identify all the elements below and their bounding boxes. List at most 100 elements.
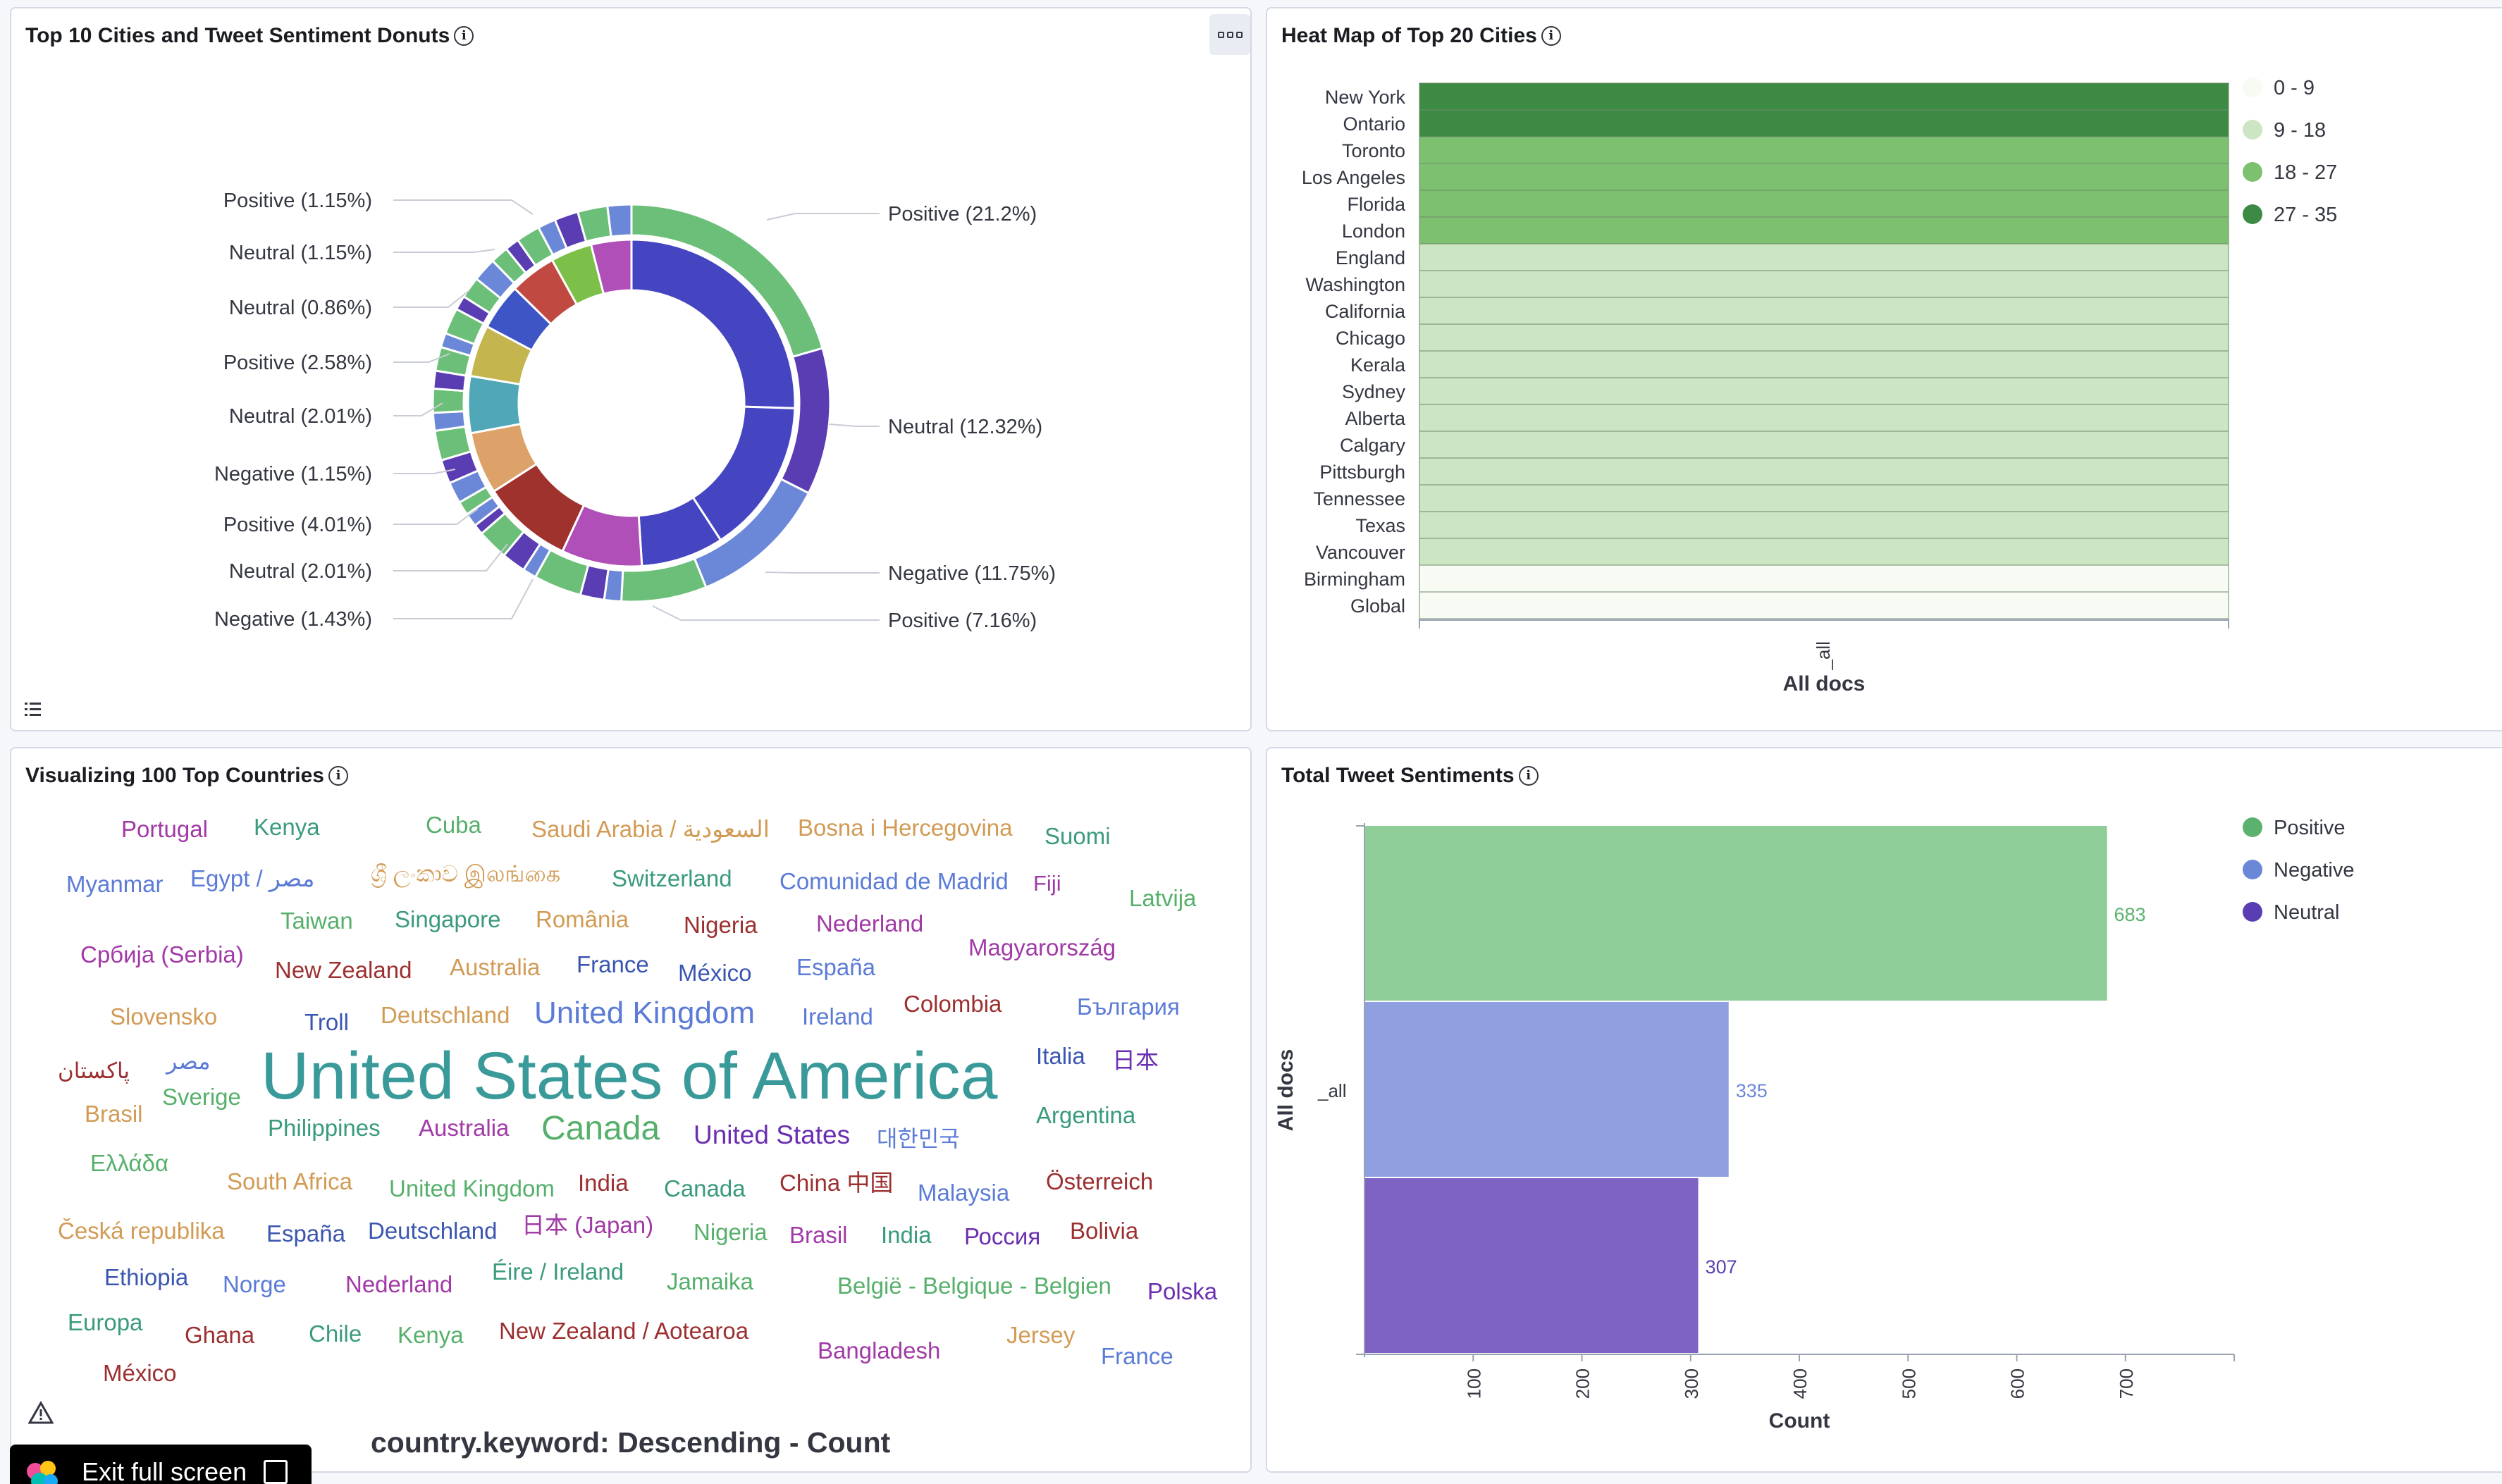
word-cloud-term[interactable]: Europa	[68, 1311, 142, 1334]
word-cloud-term[interactable]: Argentina	[1036, 1103, 1135, 1127]
word-cloud-term[interactable]: Ελλάδα	[90, 1151, 168, 1175]
word-cloud-term[interactable]: Comunidad de Madrid	[779, 870, 1009, 893]
warning-icon[interactable]	[27, 1400, 54, 1425]
word-cloud-term[interactable]: Jersey	[1006, 1323, 1075, 1347]
word-cloud-term[interactable]: India	[578, 1171, 629, 1194]
donut-label-left: Neutral (2.01%)	[229, 405, 372, 428]
exit-full-screen-button[interactable]: Exit full screen	[10, 1445, 312, 1484]
word-cloud-term[interactable]: ශ්‍රී ලංකාව இலங்கை	[371, 862, 560, 885]
word-cloud-term[interactable]: Sverige	[162, 1085, 241, 1108]
word-cloud-term[interactable]: Egypt / مصر	[190, 867, 314, 890]
word-cloud-term[interactable]: United States	[694, 1122, 850, 1148]
word-cloud-term[interactable]: Norge	[223, 1273, 286, 1296]
word-cloud-term[interactable]: México	[103, 1361, 177, 1385]
word-cloud-term[interactable]: Myanmar	[66, 872, 164, 896]
word-cloud-term[interactable]: France	[1101, 1344, 1173, 1368]
word-cloud-term[interactable]: Brasil	[789, 1223, 848, 1247]
word-cloud-term[interactable]: Malaysia	[918, 1181, 1009, 1204]
word-cloud-term[interactable]: Polska	[1147, 1280, 1217, 1303]
heatmap-cell	[1419, 323, 2229, 352]
word-cloud-term[interactable]: Jamaika	[667, 1270, 753, 1293]
word-cloud-term[interactable]: Slovensko	[110, 1005, 217, 1028]
word-cloud-term[interactable]: پاکستان	[58, 1060, 130, 1082]
word-cloud-term[interactable]: México	[678, 961, 752, 984]
x-tick-label: 200	[1572, 1368, 1594, 1399]
word-cloud-term[interactable]: Saudi Arabia / السعودية	[531, 817, 770, 841]
word-cloud-term[interactable]: New Zealand / Aotearoa	[499, 1319, 748, 1342]
word-cloud-term[interactable]: Ireland	[802, 1005, 873, 1028]
word-cloud-term[interactable]: Portugal	[121, 817, 208, 841]
word-cloud-term[interactable]: China 中国	[779, 1171, 893, 1194]
word-cloud-term[interactable]: United Kingdom	[534, 998, 755, 1029]
word-cloud-term[interactable]: United Kingdom	[389, 1177, 555, 1200]
word-cloud-term[interactable]: Bolivia	[1070, 1219, 1138, 1242]
heatmap-row-label: Florida	[1347, 194, 1406, 215]
word-cloud-term[interactable]: Colombia	[904, 992, 1002, 1015]
bar-value-label: 335	[1736, 1080, 1768, 1101]
word-cloud-term[interactable]: Canada	[664, 1177, 746, 1200]
word-cloud-term[interactable]: Bangladesh	[818, 1339, 940, 1362]
word-cloud-term[interactable]: Canada	[541, 1112, 660, 1146]
word-cloud-term[interactable]: Česká republika	[58, 1219, 225, 1242]
word-cloud-term[interactable]: 日本	[1112, 1049, 1159, 1072]
word-cloud-term[interactable]: España	[266, 1222, 345, 1245]
donut-chart[interactable]: Positive (1.15%) Neutral (1.15%) Neutral (…	[11, 8, 1252, 731]
word-cloud-term[interactable]: Nigeria	[694, 1220, 768, 1244]
word-cloud-term[interactable]: Brasil	[85, 1102, 143, 1125]
donut-inner-slice	[467, 374, 522, 435]
word-cloud-term[interactable]: 日本 (Japan)	[522, 1213, 653, 1237]
word-cloud-term[interactable]: Troll	[304, 1010, 349, 1034]
word-cloud-term[interactable]: Fiji	[1033, 872, 1061, 894]
wordcloud-panel: Visualizing 100 Top Countries i Portugal…	[10, 747, 1252, 1473]
word-cloud-term[interactable]: Nederland	[345, 1273, 452, 1296]
word-cloud-term[interactable]: مصر	[166, 1050, 211, 1072]
word-cloud-term[interactable]: United States of America	[261, 1043, 998, 1110]
word-cloud-term[interactable]: Ghana	[185, 1323, 254, 1347]
word-cloud-term[interactable]: Österreich	[1046, 1170, 1153, 1193]
word-cloud-term[interactable]: Nederland	[816, 912, 923, 935]
word-cloud-term[interactable]: Bosna i Hercegovina	[798, 816, 1013, 839]
word-cloud-term[interactable]: Deutschland	[368, 1219, 497, 1242]
heatmap-panel: Heat Map of Top 20 Cities i New York Onta…	[1266, 7, 2502, 731]
word-cloud-term[interactable]: Ethiopia	[104, 1266, 188, 1289]
donut-label-left: Positive (1.15%)	[223, 190, 372, 212]
word-cloud-term[interactable]: Italia	[1036, 1044, 1085, 1068]
word-cloud-term[interactable]: Chile	[309, 1322, 362, 1345]
word-cloud-term[interactable]: España	[796, 956, 875, 979]
word-cloud-term[interactable]: Australia	[419, 1116, 509, 1139]
heatmap-chart[interactable]: New York Ontario Toronto Los Angeles Florida…	[1267, 8, 2502, 731]
word-cloud-term[interactable]: Éire / Ireland	[492, 1260, 624, 1283]
word-cloud-term[interactable]: Magyarország	[968, 936, 1116, 959]
legend-dot	[2243, 204, 2262, 224]
word-cloud-term[interactable]: Србија (Serbia)	[80, 943, 244, 966]
word-cloud-term[interactable]: Taiwan	[281, 909, 353, 932]
word-cloud-term[interactable]: Kenya	[254, 815, 320, 839]
word-cloud-term[interactable]: Cuba	[426, 813, 481, 836]
heatmap-row-label: England	[1336, 247, 1405, 268]
word-cloud-term[interactable]: France	[577, 953, 649, 976]
word-cloud-term[interactable]: Suomi	[1044, 824, 1111, 848]
word-cloud-term[interactable]: Latvija	[1129, 886, 1196, 910]
word-cloud-term[interactable]: Deutschland	[381, 1003, 510, 1027]
word-cloud-term[interactable]: Россия	[964, 1225, 1040, 1248]
word-cloud-term[interactable]: Switzerland	[612, 867, 732, 890]
word-cloud-term[interactable]: România	[536, 908, 629, 931]
word-cloud-term[interactable]: Australia	[450, 956, 540, 979]
bar-chart[interactable]: 683 335 307 100 200 300 400 500 600 700 Count All d…	[1267, 748, 2502, 1473]
word-cloud-term[interactable]: 대한민국	[877, 1127, 960, 1150]
word-cloud-term[interactable]: България	[1077, 995, 1180, 1018]
heatmap-row-label: Kerala	[1350, 354, 1406, 376]
word-cloud-term[interactable]: India	[881, 1223, 932, 1247]
heatmap-cell	[1419, 591, 2229, 619]
word-cloud-term[interactable]: Nigeria	[684, 913, 758, 936]
word-cloud-term[interactable]: Kenya	[398, 1323, 464, 1347]
word-cloud-term[interactable]: Philippines	[268, 1116, 381, 1139]
word-cloud-term[interactable]: New Zealand	[275, 958, 412, 982]
donut-outer-slice	[431, 387, 466, 414]
word-cloud-term[interactable]: Singapore	[395, 908, 500, 931]
word-cloud-term[interactable]: België - Belgique - Belgien	[837, 1274, 1111, 1297]
heatmap-cell	[1419, 431, 2229, 459]
legend-list-icon[interactable]	[23, 699, 44, 720]
word-cloud-term[interactable]: South Africa	[227, 1170, 352, 1193]
heatmap-cell	[1419, 243, 2229, 271]
